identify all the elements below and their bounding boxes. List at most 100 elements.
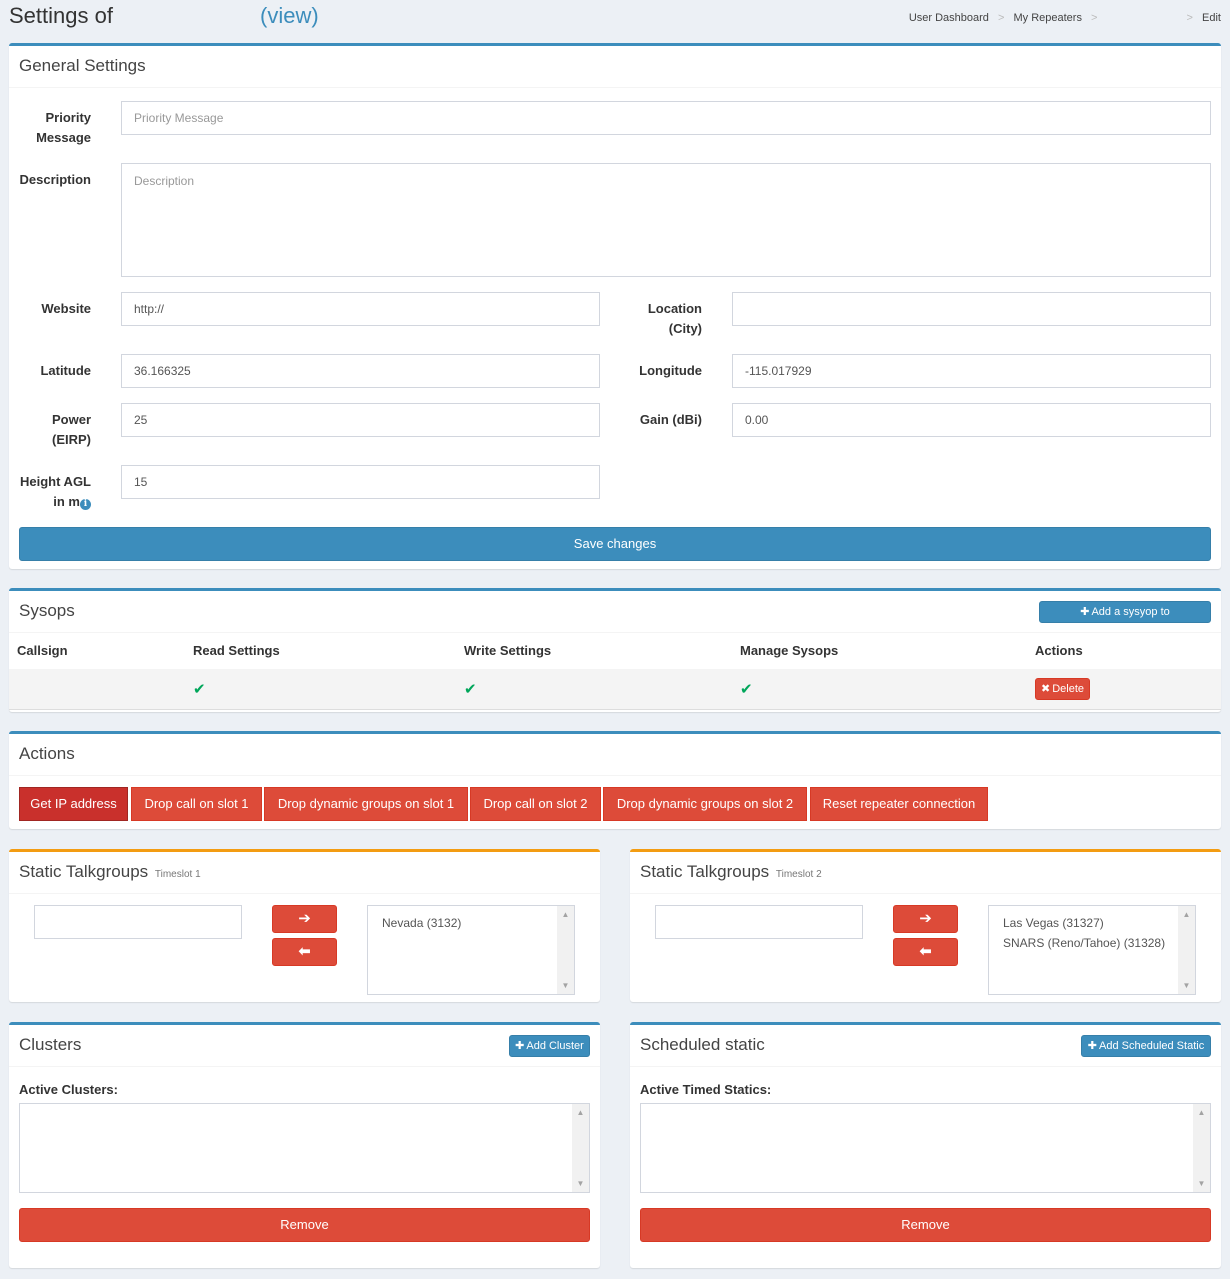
add-cluster-button[interactable]: ✚ Add Cluster [509,1035,590,1057]
description-label: Description [19,172,91,187]
static-ts1-search-input[interactable] [34,905,242,939]
static-ts1-add-button[interactable]: ➔ [272,905,337,933]
general-settings-box: General Settings Priority Message Descri… [9,43,1221,569]
height-agl-input[interactable] [121,465,600,499]
column-manage-sysops: Manage Sysops [732,633,1027,670]
delete-sysop-button[interactable]: ✖ Delete [1035,678,1091,700]
page-title-text: Settings of [9,3,113,28]
remove-scheduled-static-button[interactable]: Remove [640,1208,1211,1242]
reset-repeater-connection-button[interactable]: Reset repeater connection [810,787,988,821]
static-ts1-list[interactable]: Nevada (3132) ▲ ▼ [367,905,575,995]
sysop-callsign [9,669,185,710]
drop-call-slot-1-button[interactable]: Drop call on slot 1 [131,787,262,821]
breadcrumb-separator: > [1091,12,1098,24]
gain-input[interactable] [732,403,1211,437]
static-ts2-remove-button[interactable]: ⬅ [893,938,958,966]
sysops-table: Callsign Read Settings Write Settings Ma… [9,633,1221,710]
scroll-up-icon[interactable]: ▲ [557,906,574,923]
check-icon: ✔ [193,681,206,698]
drop-call-slot-2-button[interactable]: Drop call on slot 2 [470,787,601,821]
static-talkgroups-ts2-box: Static Talkgroups Timeslot 2 ➔ ⬅ Las Veg… [630,849,1221,1002]
scroll-up-icon[interactable]: ▲ [1193,1104,1210,1121]
active-timed-statics-list[interactable]: ▲ ▼ [640,1103,1211,1193]
column-actions: Actions [1027,633,1221,670]
add-sysop-button[interactable]: ✚ Add a sysyop to [1039,601,1211,623]
latitude-label: Latitude [40,363,91,378]
list-item[interactable]: SNARS (Reno/Tahoe) (31328) [1003,933,1195,953]
gain-label: Gain (dBi) [639,412,702,427]
write-settings-cell: ✔ [456,669,732,710]
table-row: ✔ ✔ ✔ ✖ Delete [9,669,1221,710]
save-changes-button[interactable]: Save changes [19,527,1211,561]
manage-sysops-cell: ✔ [732,669,1027,710]
breadcrumb: User Dashboard > My Repeaters > > Edit [909,12,1221,24]
active-clusters-label: Active Clusters: [19,1082,118,1097]
active-clusters-list[interactable]: ▲ ▼ [19,1103,590,1193]
column-write-settings: Write Settings [456,633,732,670]
longitude-label: Longitude [639,363,702,378]
static-ts2-add-button[interactable]: ➔ [893,905,958,933]
scheduled-static-header: Scheduled static ✚ Add Scheduled Static [630,1025,1221,1067]
location-input[interactable] [732,292,1211,326]
sysops-title: Sysops [19,601,75,620]
scrollbar[interactable]: ▲ ▼ [572,1104,589,1192]
scroll-up-icon[interactable]: ▲ [1178,906,1195,923]
column-read-settings: Read Settings [185,633,456,670]
power-label: Power (EIRP) [51,412,91,447]
static-ts1-remove-button[interactable]: ⬅ [272,938,337,966]
scroll-down-icon[interactable]: ▼ [572,1175,589,1192]
get-ip-address-button[interactable]: Get IP address [19,787,128,821]
static-ts2-list[interactable]: Las Vegas (31327) SNARS (Reno/Tahoe) (31… [988,905,1196,995]
drop-dynamic-slot-1-button[interactable]: Drop dynamic groups on slot 1 [264,787,468,821]
scroll-down-icon[interactable]: ▼ [557,977,574,994]
breadcrumb-user-dashboard[interactable]: User Dashboard [909,12,989,24]
scheduled-static-box: Scheduled static ✚ Add Scheduled Static A… [630,1022,1221,1268]
clusters-title: Clusters [19,1035,82,1054]
website-input[interactable] [121,292,600,326]
page-title: Settings of (view) [9,3,319,29]
static-ts1-header: Static Talkgroups Timeslot 1 [9,852,600,894]
location-label: Location (City) [647,301,702,336]
active-timed-statics-label: Active Timed Statics: [640,1082,772,1097]
sysops-table-header: Callsign Read Settings Write Settings Ma… [9,633,1221,670]
read-settings-cell: ✔ [185,669,456,710]
general-settings-title: General Settings [19,56,146,75]
scrollbar[interactable]: ▲ ▼ [557,906,574,994]
scheduled-static-title: Scheduled static [640,1035,765,1054]
priority-message-label: Priority Message [36,110,91,145]
sysops-header: Sysops ✚ Add a sysyop to [9,591,1221,633]
priority-message-input[interactable] [121,101,1211,135]
static-ts1-title: Static Talkgroups Timeslot 1 [19,862,201,881]
breadcrumb-my-repeaters[interactable]: My Repeaters [1013,12,1081,24]
add-scheduled-static-button[interactable]: ✚ Add Scheduled Static [1081,1035,1211,1057]
close-icon: ✖ [1041,683,1051,695]
static-ts2-search-input[interactable] [655,905,863,939]
remove-cluster-button[interactable]: Remove [19,1208,590,1242]
arrow-right-icon: ➔ [298,910,311,927]
arrow-left-icon: ⬅ [298,943,311,960]
static-ts2-title: Static Talkgroups Timeslot 2 [640,862,822,881]
arrow-right-icon: ➔ [919,910,932,927]
view-link[interactable]: (view) [260,3,319,29]
plus-icon: ✚ [1080,606,1090,618]
power-input[interactable] [121,403,600,437]
scrollbar[interactable]: ▲ ▼ [1178,906,1195,994]
longitude-input[interactable] [732,354,1211,388]
scroll-down-icon[interactable]: ▼ [1193,1175,1210,1192]
list-item[interactable]: Las Vegas (31327) [1003,913,1195,933]
plus-icon: ✚ [515,1040,525,1052]
description-input[interactable] [121,163,1211,277]
drop-dynamic-slot-2-button[interactable]: Drop dynamic groups on slot 2 [603,787,807,821]
website-label: Website [41,301,91,316]
actions-box: Actions Get IP address Drop call on slot… [9,731,1221,829]
clusters-box: Clusters ✚ Add Cluster Active Clusters: ▲… [9,1022,600,1268]
sysops-box: Sysops ✚ Add a sysyop to Callsign Read Se… [9,588,1221,712]
info-icon[interactable]: i [80,499,91,510]
clusters-header: Clusters ✚ Add Cluster [9,1025,600,1067]
list-item[interactable]: Nevada (3132) [382,913,574,933]
scroll-up-icon[interactable]: ▲ [572,1104,589,1121]
scrollbar[interactable]: ▲ ▼ [1193,1104,1210,1192]
check-icon: ✔ [740,681,753,698]
latitude-input[interactable] [121,354,600,388]
scroll-down-icon[interactable]: ▼ [1178,977,1195,994]
